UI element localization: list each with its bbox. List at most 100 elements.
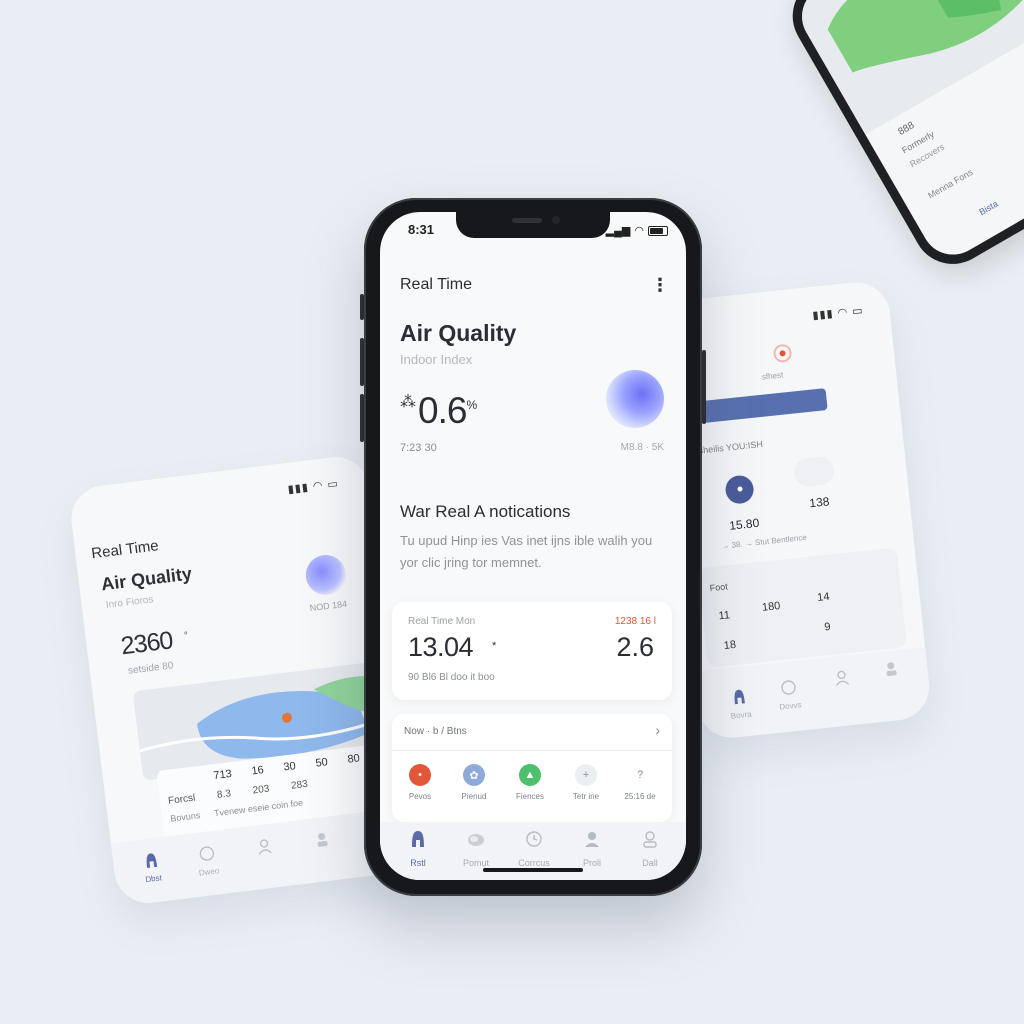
air-orb-icon[interactable] — [606, 370, 664, 428]
tab-profile[interactable] — [823, 668, 861, 694]
quick-action-item[interactable]: ? 25:16 de — [616, 764, 664, 801]
clock-icon — [199, 846, 215, 861]
front-camera — [552, 216, 560, 224]
grid-cell: 11 — [718, 609, 731, 623]
quick-action-item[interactable]: ▲ Fiences — [506, 764, 554, 801]
home-icon — [412, 831, 424, 847]
value-a: 15.80 — [728, 515, 760, 533]
table-cell: 203 — [252, 783, 270, 797]
tab-corrcus[interactable]: Corrcus — [514, 830, 554, 868]
quick-action-item[interactable]: • Pevos — [396, 764, 444, 801]
particle-icon: ⁂ — [400, 394, 416, 411]
air-orb-icon — [303, 552, 349, 598]
tab-dall[interactable]: Dall — [630, 830, 670, 868]
air-quality-subtitle: Indoor Index — [400, 352, 473, 367]
quick-actions-card: Now · b / Btns › • Pevos ✿ Pienud ▲ Fien… — [392, 714, 672, 822]
home-icon — [734, 689, 745, 705]
status-icons: ▂▄▆ ◠ — [606, 224, 668, 237]
table-header-cell: 713 — [212, 767, 233, 783]
tree-icon: ▲ — [519, 764, 541, 786]
reading-timestamp: 7:23 30 — [400, 442, 437, 454]
tab-profile[interactable] — [246, 836, 284, 862]
stats-footer: 90 Bl6 Bl doo it boo — [408, 672, 495, 683]
table-cell: 8.3 — [216, 788, 232, 801]
background-phone-screen: 888 Formerly Recovers Menna Fons Bista — [790, 0, 1024, 267]
tab-bar: Rstl Pomut Corrcus Proli Dall — [380, 822, 686, 880]
quick-action-label: Fiences — [515, 792, 544, 801]
stats-card[interactable]: Real Time Mon 1238 16 l 13.04 * 2.6 90 B… — [392, 602, 672, 700]
tab-label: Dall — [642, 858, 658, 868]
tab-home[interactable]: Dbst — [132, 850, 172, 885]
table-header-cell: 30 — [282, 760, 297, 774]
data-grid: Foot 11 180 14 18 9 — [697, 547, 907, 668]
grid-cell: 180 — [761, 599, 781, 614]
notifications-body: Tu upud Hinp ies Vas inet ijns ible wali… — [400, 533, 653, 570]
tab-label: Proli — [582, 858, 601, 868]
tab-pomut[interactable]: Pomut — [456, 830, 496, 868]
tab-account[interactable] — [303, 829, 341, 855]
tab-label: Rstl — [410, 858, 426, 868]
orb-label: NOD 184 — [309, 598, 348, 614]
alert-label: sfhest — [761, 370, 784, 382]
background-phone-top-right: 888 Formerly Recovers Menna Fons Bista — [778, 0, 1024, 279]
tab-label: Pomut — [462, 858, 489, 868]
tab-history[interactable]: Dovvs — [770, 678, 809, 713]
volume-up-button — [360, 338, 364, 386]
stats-label: Real Time Mon — [408, 616, 476, 627]
aqi-value: 2360 — [119, 626, 174, 661]
table-header-cell: 80 — [346, 752, 361, 766]
app-title: Real Time — [400, 276, 473, 293]
home-indicator[interactable] — [483, 868, 583, 872]
person-icon — [317, 832, 328, 847]
tab-explore[interactable]: Dweo — [188, 843, 228, 878]
grid-cell: 14 — [816, 590, 831, 605]
table-cell: Bovuns — [169, 810, 201, 824]
more-options-button[interactable]: ⋮ — [650, 276, 670, 298]
person-icon — [643, 831, 657, 848]
chevron-right-icon[interactable]: › — [655, 722, 660, 738]
user-icon — [585, 832, 599, 847]
aqi-unit: % — [466, 398, 478, 412]
notch — [456, 212, 610, 238]
quick-action-item[interactable]: ✿ Pienud — [450, 764, 498, 801]
quick-actions-header: Now · b / Btns — [404, 726, 467, 737]
user-icon — [836, 670, 849, 686]
caption: → 38. → Stut Bentlence — [720, 532, 808, 551]
person-icon — [886, 662, 897, 677]
battery-icon — [648, 225, 668, 236]
stats-alert-label: 1238 16 l — [614, 616, 656, 627]
quick-action-label: Pevos — [408, 792, 432, 801]
power-button — [702, 350, 706, 424]
user-icon — [258, 839, 272, 855]
phone-screen: 8:31 ▂▄▆ ◠ Real Time ⋮ Air Quality Indoo… — [380, 212, 686, 880]
tab-account[interactable] — [872, 659, 910, 685]
app-title: Real Time — [90, 537, 160, 563]
status-dot-icon[interactable] — [724, 474, 755, 505]
table-header-cell: 16 — [250, 764, 265, 778]
tab-home[interactable]: Rstl — [398, 830, 438, 868]
signal-icon: ▂▄▆ — [605, 225, 631, 237]
air-quality-title: Air Quality — [100, 563, 193, 595]
alert-icon[interactable] — [772, 343, 793, 364]
home-icon — [146, 853, 158, 868]
plus-icon: + — [575, 764, 597, 786]
help-icon: ? — [629, 764, 651, 786]
aqi-value: 0.6 — [418, 390, 467, 431]
aqi-unit: ° — [183, 630, 189, 642]
air-quality-title: Air Quality — [400, 320, 517, 346]
tab-proli[interactable]: Proli — [572, 830, 612, 868]
quick-action-item[interactable]: + Tetr ine — [562, 764, 610, 801]
quick-action-label: 25:16 de — [624, 792, 656, 801]
value-b: 138 — [808, 494, 831, 511]
cloud-icon — [468, 834, 484, 846]
toggle-pill[interactable] — [792, 455, 836, 488]
tab-home[interactable]: Bovra — [720, 687, 759, 722]
notifications-title: War Real A notications — [400, 502, 571, 521]
tab-label: Corrcus — [518, 858, 550, 868]
table-cell: Tvenew eseie coin foe — [213, 797, 304, 819]
stats-secondary-value: 2.6 — [616, 632, 654, 662]
status-icons: ▮▮▮ ◠ ▭ — [287, 477, 340, 496]
grid-cell: Foot — [709, 581, 729, 594]
main-phone: 8:31 ▂▄▆ ◠ Real Time ⋮ Air Quality Indoo… — [360, 198, 706, 896]
table-header-cell: 50 — [314, 756, 329, 770]
